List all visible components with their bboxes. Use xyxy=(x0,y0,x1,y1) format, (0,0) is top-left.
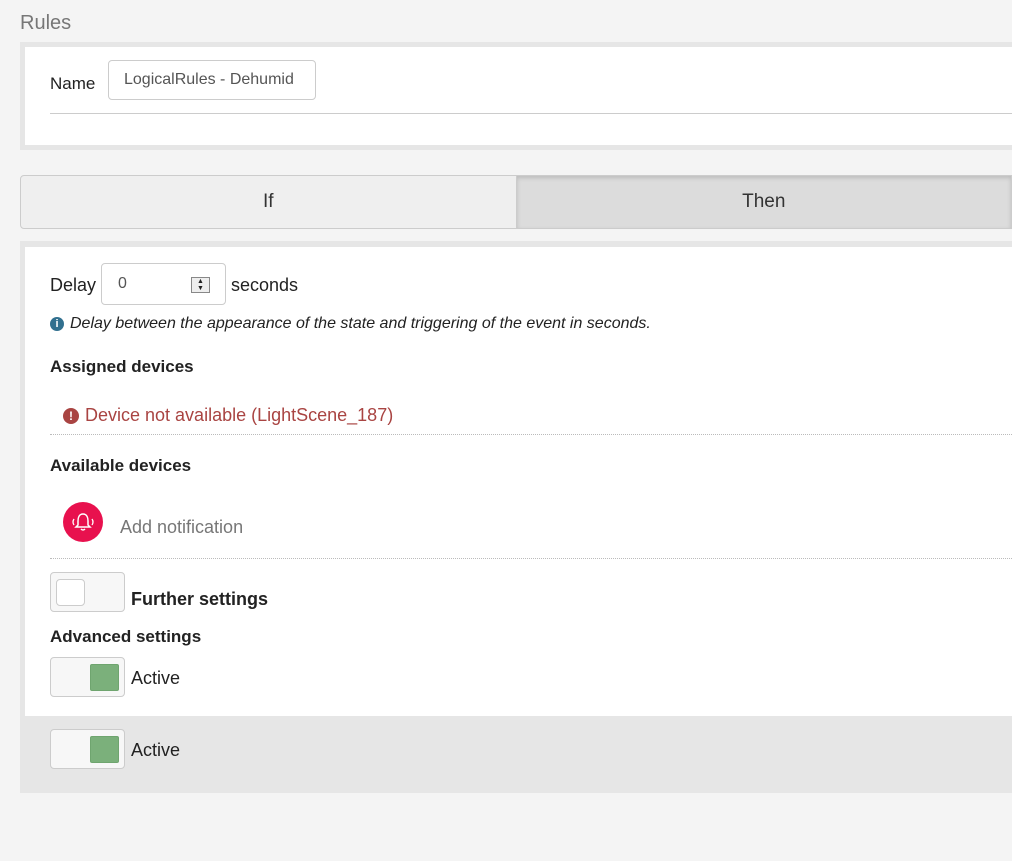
available-devices-heading: Available devices xyxy=(50,456,192,475)
delay-unit: seconds xyxy=(231,275,299,295)
divider xyxy=(50,434,1012,435)
info-icon: i xyxy=(50,317,64,331)
then-panel: Delay 0 ▲ ▼ seconds i Delay between the a… xyxy=(20,241,1012,793)
advanced-settings-heading: Advanced settings xyxy=(50,627,202,646)
then-panel-body: Delay 0 ▲ ▼ seconds i Delay between the a… xyxy=(25,247,1012,716)
tab-if[interactable]: If xyxy=(20,175,517,229)
bell-alert-icon[interactable] xyxy=(63,502,103,542)
toggle-knob xyxy=(90,736,119,763)
divider xyxy=(50,113,1012,114)
assigned-devices-heading: Assigned devices xyxy=(50,357,194,376)
delay-input[interactable]: 0 ▲ ▼ xyxy=(101,263,226,305)
footer-active-toggle[interactable] xyxy=(50,729,125,769)
further-settings-toggle[interactable] xyxy=(50,572,125,612)
name-label: Name xyxy=(50,74,96,93)
tab-then[interactable]: Then xyxy=(516,175,1012,229)
delay-hint: i Delay between the appearance of the st… xyxy=(50,315,651,333)
delay-label: Delay xyxy=(50,275,97,295)
page-title: Rules xyxy=(20,12,72,34)
name-input[interactable] xyxy=(108,60,316,100)
footer-active-label: Active xyxy=(131,740,181,760)
name-panel-body: Name xyxy=(25,47,1012,145)
name-panel: Name xyxy=(20,42,1012,150)
divider xyxy=(50,558,1012,559)
active-toggle[interactable] xyxy=(50,657,125,697)
toggle-knob xyxy=(90,664,119,691)
active-label: Active xyxy=(131,668,181,688)
further-settings-label: Further settings xyxy=(131,589,269,609)
delay-value: 0 xyxy=(118,275,127,292)
spinner-arrows-icon[interactable]: ▲ ▼ xyxy=(191,277,210,293)
toggle-knob xyxy=(56,579,85,606)
exclamation-icon: ! xyxy=(63,407,79,424)
device-error: ! Device not available (LightScene_187) xyxy=(63,405,393,426)
tab-bar: If Then xyxy=(20,175,1012,229)
delay-hint-text: Delay between the appearance of the stat… xyxy=(70,315,651,332)
add-notification-link[interactable]: Add notification xyxy=(120,517,243,538)
device-error-text: Device not available (LightScene_187) xyxy=(85,405,394,425)
